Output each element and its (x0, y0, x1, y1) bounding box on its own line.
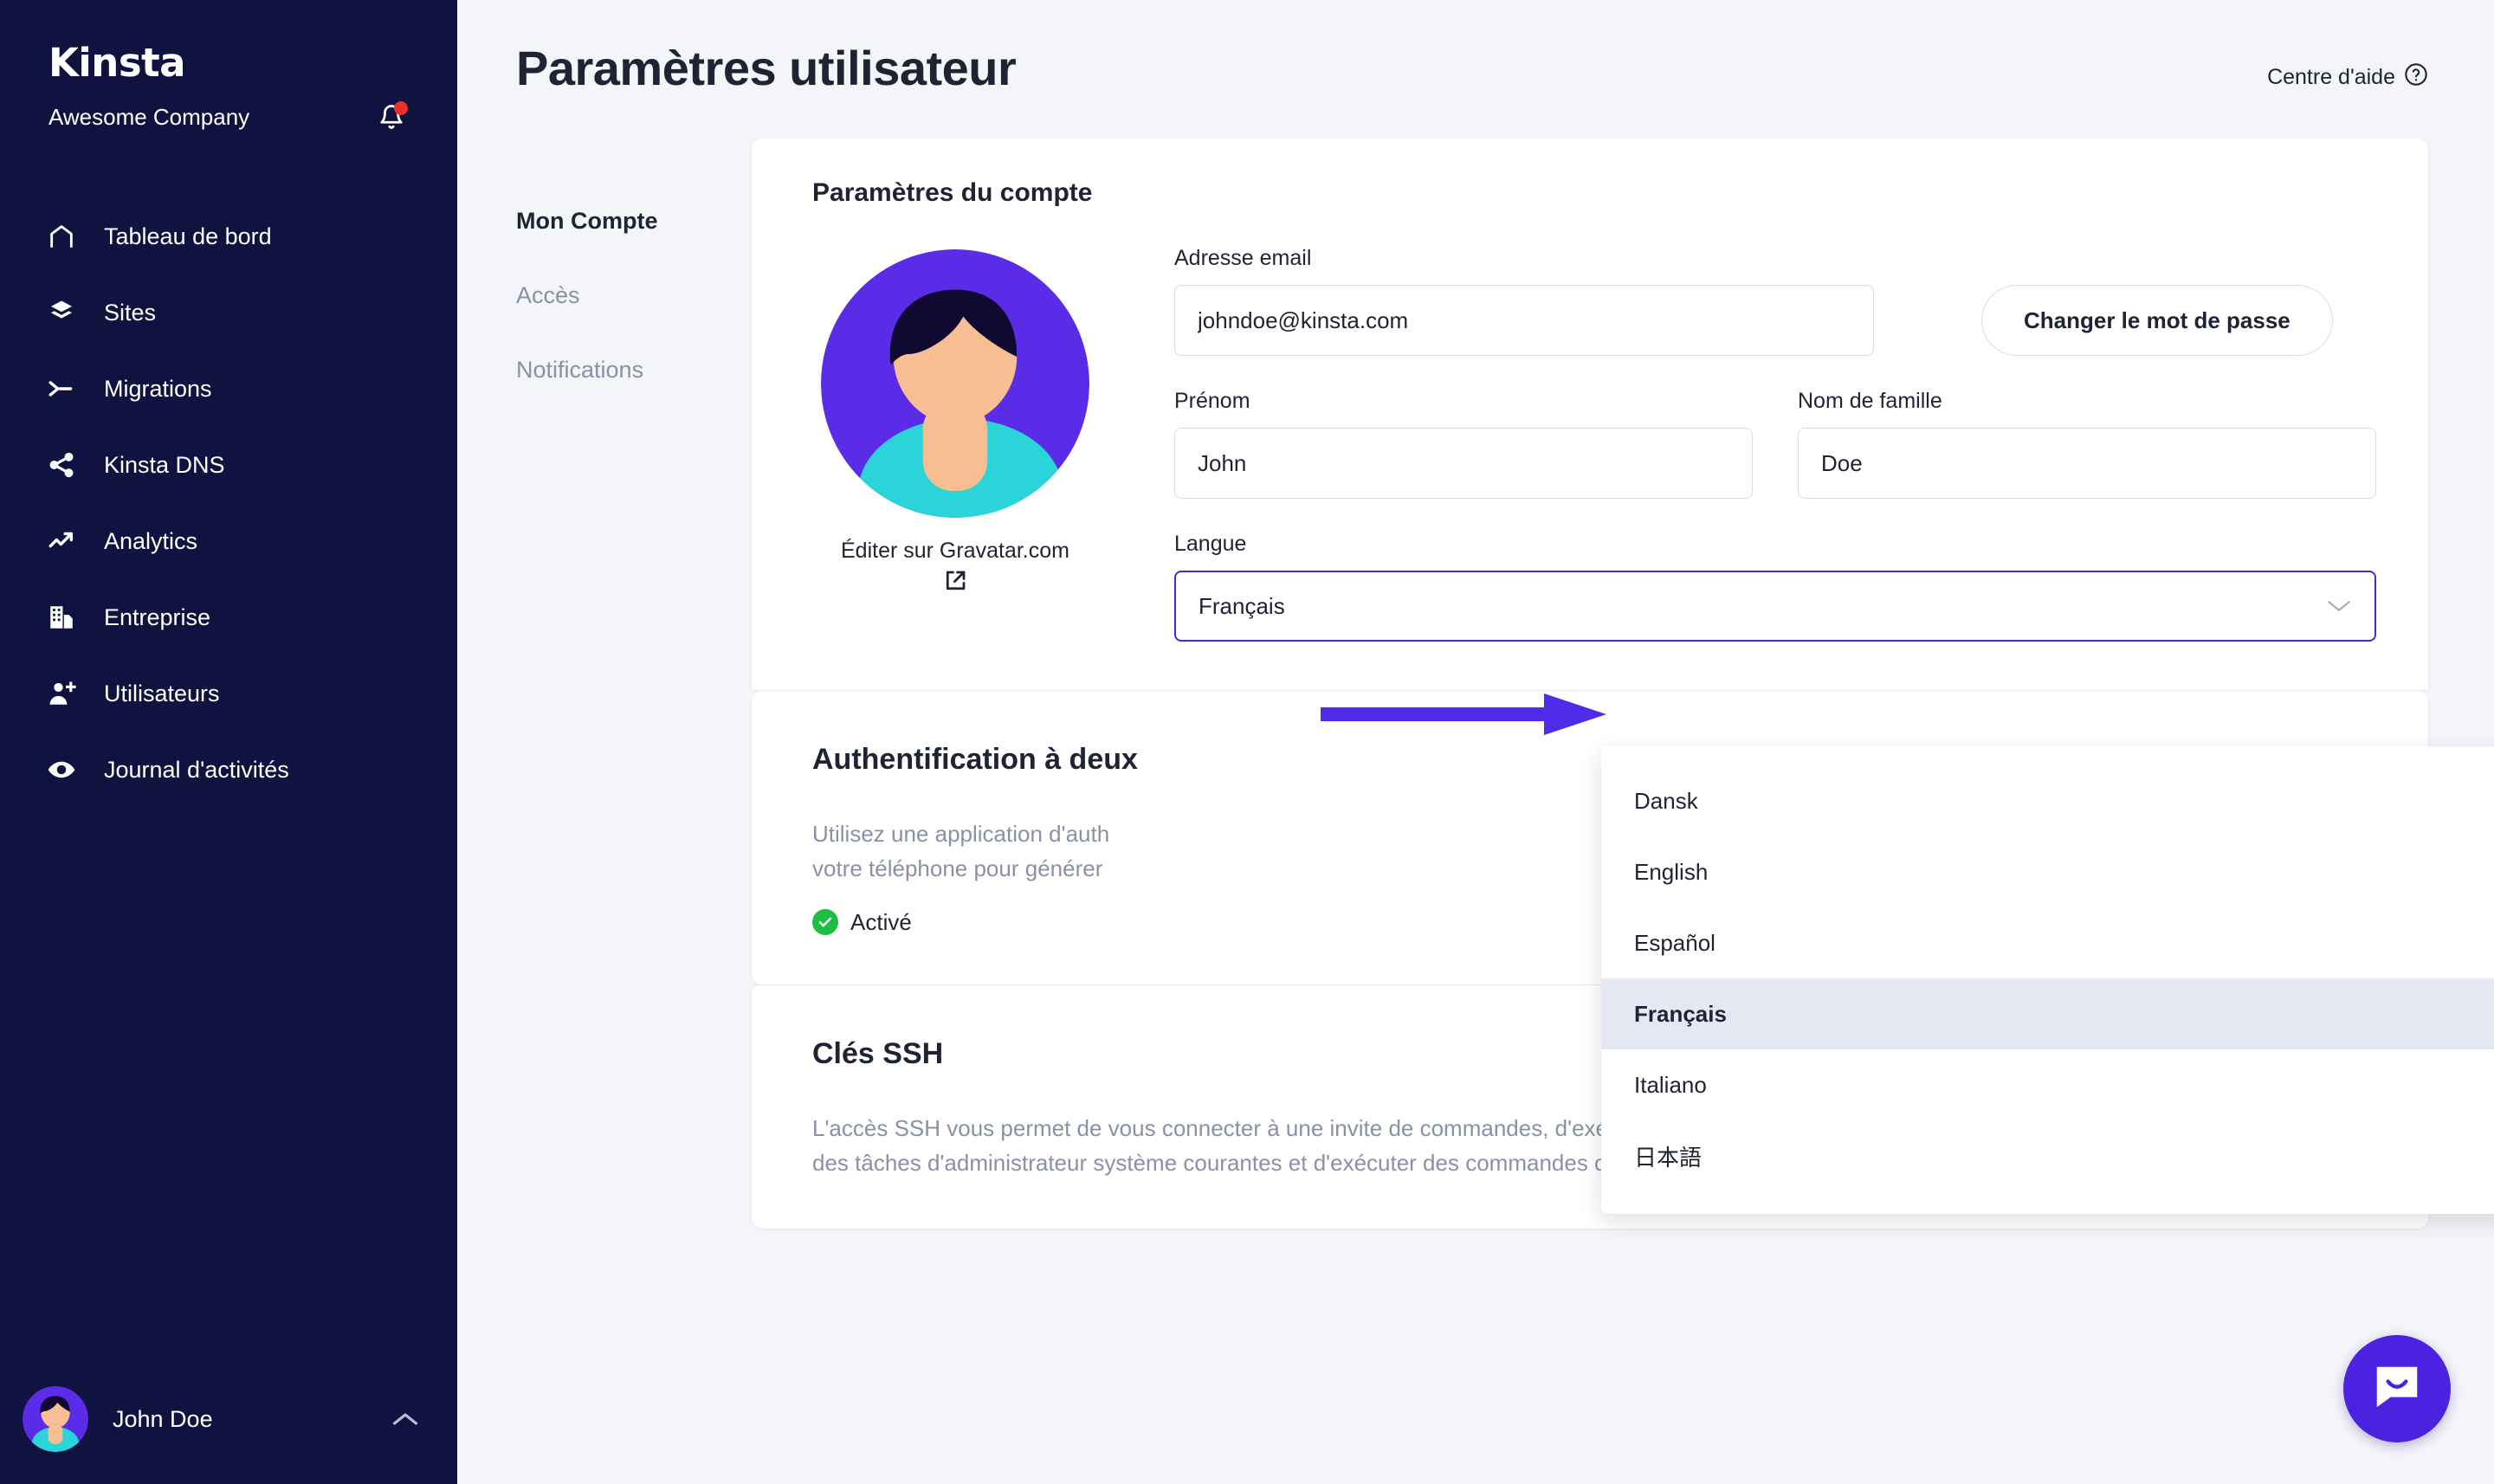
sidebar-item-migrations[interactable]: Migrations (0, 351, 457, 427)
home-icon (47, 219, 87, 254)
language-option-francais[interactable]: Français (1601, 978, 2494, 1049)
sidebar-label: Journal d'activités (104, 756, 289, 783)
logo-text: Kinsta (48, 40, 186, 86)
org-row: Awesome Company (0, 86, 457, 134)
language-option-dansk[interactable]: Dansk (1601, 765, 2494, 836)
profile-avatar (821, 249, 1089, 518)
notification-dot (394, 101, 408, 115)
account-form: Adresse email Changer le mot de passe Pr… (1098, 242, 2376, 642)
status-badge: Activé (850, 908, 912, 935)
sidebar-item-analytics[interactable]: Analytics (0, 503, 457, 579)
subnav-item-notifications[interactable]: Notifications (516, 357, 733, 384)
language-dropdown-menu[interactable]: Dansk English Español Français Italiano … (1601, 746, 2494, 1214)
ssh-description-line1: L'accès SSH vous permet de vous connecte… (812, 1114, 1658, 1141)
sidebar-label: Migrations (104, 375, 212, 402)
sidebar-label: Tableau de bord (104, 223, 272, 249)
sidebar-label: Entreprise (104, 603, 211, 630)
change-password-button[interactable]: Changer le mot de passe (1981, 285, 2333, 356)
email-field-group: Adresse email (1174, 246, 1874, 356)
language-selected-value: Français (1199, 592, 1285, 619)
ssh-description-line2: des tâches d'administrateur système cour… (812, 1149, 1669, 1176)
language-option-italiano[interactable]: Italiano (1601, 1049, 2494, 1120)
trend-up-icon (47, 524, 87, 558)
user-plus-icon (47, 676, 87, 711)
language-select[interactable]: Français (1174, 571, 2376, 642)
sidebar-item-sites[interactable]: Sites (0, 274, 457, 351)
sidebar-user-name: John Doe (113, 1405, 213, 1432)
change-password-wrap: Changer le mot de passe (1981, 285, 2333, 356)
subnav-item-acces[interactable]: Accès (516, 282, 733, 309)
building-icon (47, 600, 87, 635)
avatar (23, 1386, 88, 1452)
dns-nodes-icon (47, 448, 87, 482)
last-name-field[interactable] (1798, 428, 2376, 499)
main-content: Paramètres utilisateur Centre d'aide Mon… (457, 0, 2494, 1484)
sidebar-label: Kinsta DNS (104, 451, 225, 478)
sidebar-label: Sites (104, 299, 157, 326)
help-center-label: Centre d'aide (2267, 65, 2395, 89)
external-link-icon (841, 568, 1069, 603)
language-option-espanol[interactable]: Español (1601, 907, 2494, 978)
right-arrow-annotation (1321, 688, 1606, 740)
ssh-title: Clés SSH (812, 1036, 944, 1070)
account-card-title: Paramètres du compte (812, 178, 1093, 207)
avatar-column: Éditer sur Gravatar.com (812, 242, 1098, 642)
help-center-link[interactable]: Centre d'aide (2267, 62, 2428, 93)
email-field[interactable] (1174, 285, 1874, 356)
check-circle-icon (812, 909, 838, 936)
subnav-item-mon-compte[interactable]: Mon Compte (516, 208, 733, 235)
chat-bubble-icon (2370, 1360, 2424, 1418)
intercom-launcher-button[interactable] (2343, 1335, 2451, 1442)
ssh-text-col: Clés SSH L'accès SSH vous permet de vous… (812, 1037, 1668, 1181)
first-name-field[interactable] (1174, 428, 1753, 499)
sidebar-user-menu[interactable]: John Doe (0, 1354, 457, 1484)
sidebar-item-entreprise[interactable]: Entreprise (0, 579, 457, 655)
sidebar-label: Utilisateurs (104, 680, 220, 707)
email-label: Adresse email (1174, 246, 1312, 270)
migration-icon (47, 371, 87, 406)
sidebar: Kinsta Awesome Company Tableau de bord S… (0, 0, 457, 1484)
sidebar-item-journal-activites[interactable]: Journal d'activités (0, 732, 457, 808)
gravatar-edit-label: Éditer sur Gravatar.com (841, 539, 1069, 563)
page-title: Paramètres utilisateur (516, 41, 1017, 95)
account-settings-card: Paramètres du compte Éditer sur Gravatar… (752, 139, 2428, 690)
sidebar-item-kinsta-dns[interactable]: Kinsta DNS (0, 427, 457, 503)
notifications-button[interactable] (374, 100, 409, 134)
sidebar-item-utilisateurs[interactable]: Utilisateurs (0, 655, 457, 732)
language-label: Langue (1174, 532, 1247, 556)
sidebar-nav: Tableau de bord Sites Migrations Kinsta … (0, 198, 457, 808)
sidebar-label: Analytics (104, 527, 198, 554)
language-group: Langue Français (1174, 532, 2376, 642)
language-option-japanese[interactable]: 日本語 (1601, 1120, 2494, 1191)
org-name: Awesome Company (48, 103, 250, 130)
chevron-up-icon[interactable] (388, 1402, 423, 1436)
last-name-group: Nom de famille (1798, 389, 2376, 499)
layers-icon (47, 295, 87, 330)
gravatar-edit-link[interactable]: Éditer sur Gravatar.com (841, 537, 1069, 603)
chevron-down-icon (2326, 593, 2352, 619)
language-option-english[interactable]: English (1601, 836, 2494, 907)
sidebar-item-tableau-de-bord[interactable]: Tableau de bord (0, 198, 457, 274)
topbar: Paramètres utilisateur Centre d'aide (457, 0, 2494, 139)
eye-icon (47, 752, 87, 787)
first-name-group: Prénom (1174, 389, 1753, 499)
question-circle-icon (2404, 62, 2428, 93)
app-root: Kinsta Awesome Company Tableau de bord S… (0, 0, 2494, 1484)
settings-subnav: Mon Compte Accès Notifications (516, 139, 733, 1229)
first-name-label: Prénom (1174, 389, 1250, 413)
last-name-label: Nom de famille (1798, 389, 1942, 413)
brand-logo[interactable]: Kinsta (0, 0, 457, 86)
